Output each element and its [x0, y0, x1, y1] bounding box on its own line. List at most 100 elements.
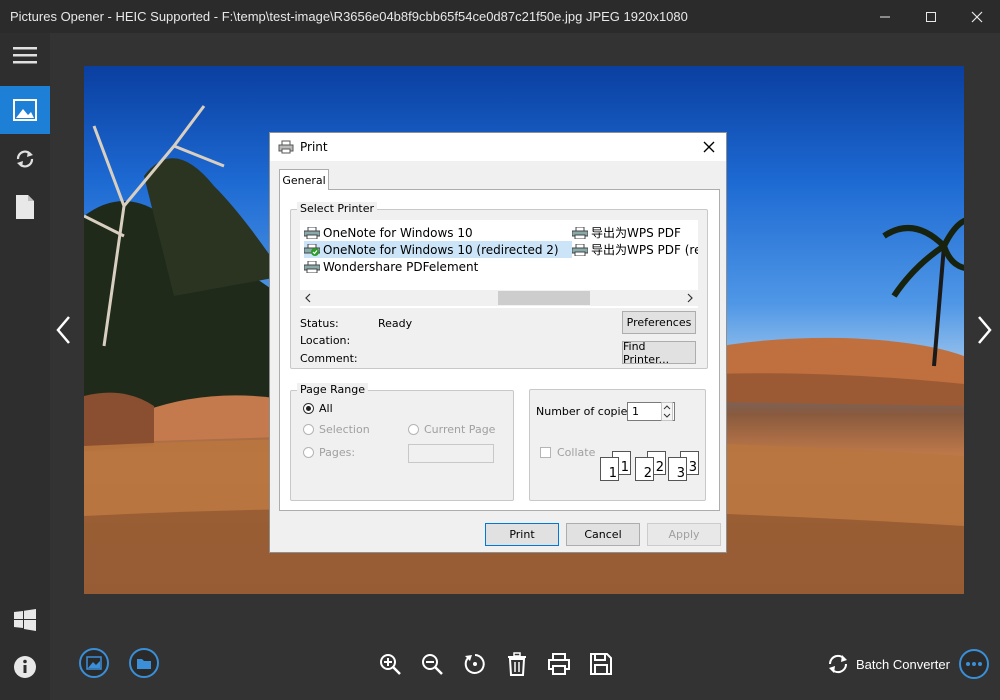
collate-page-number: 1: [620, 460, 629, 475]
scroll-left-icon: [305, 293, 311, 303]
folder-icon: [137, 659, 151, 669]
info-icon: [14, 656, 36, 678]
printer-list-scrollbar[interactable]: [300, 290, 698, 306]
collate-page: 1: [600, 457, 619, 481]
save-icon: [590, 653, 612, 675]
print-button[interactable]: [545, 650, 573, 678]
dialog-close-button[interactable]: [700, 138, 718, 156]
cancel-button-label: Cancel: [584, 528, 622, 541]
sidebar-item-windows[interactable]: [0, 596, 50, 644]
maximize-button[interactable]: [908, 0, 954, 33]
printer-name: OneNote for Windows 10: [323, 225, 473, 240]
document-icon: [16, 195, 34, 219]
collate-page-number: 1: [608, 466, 617, 481]
gallery-button[interactable]: [79, 648, 109, 678]
rotate-icon: [16, 150, 34, 168]
status-value: Ready: [378, 317, 413, 330]
range-all-radio[interactable]: [303, 403, 314, 414]
tab-general-label: General: [282, 173, 326, 187]
printer-name: 导出为WPS PDF (re: [591, 243, 698, 257]
zoom-in-icon: [380, 654, 401, 675]
print-button-label: Print: [509, 528, 535, 541]
printer-icon: [304, 260, 320, 273]
print-button[interactable]: Print: [485, 523, 559, 546]
collate-page: 2: [635, 457, 654, 481]
range-selection-radio[interactable]: [303, 424, 314, 435]
menu-button[interactable]: [0, 31, 50, 79]
collate-page: 3: [668, 457, 687, 481]
collate-checkbox[interactable]: [540, 447, 551, 458]
dialog-title: Print: [300, 140, 328, 154]
rotate-button[interactable]: [461, 650, 489, 678]
dialog-title-bar: Print: [270, 133, 726, 161]
zoom-out-button[interactable]: [418, 650, 446, 678]
collate-page-number: 2: [655, 460, 664, 475]
save-button[interactable]: [587, 650, 615, 678]
print-icon: [548, 653, 570, 675]
gallery-icon: [86, 656, 102, 670]
pages-input[interactable]: [408, 444, 494, 463]
delete-button[interactable]: [503, 650, 531, 678]
minimize-button[interactable]: [862, 0, 908, 33]
page-range-label: Page Range: [297, 383, 368, 396]
copies-spinner-icon[interactable]: [661, 402, 673, 421]
printer-item[interactable]: OneNote for Windows 10: [304, 224, 473, 241]
hamburger-icon: [13, 47, 37, 64]
collate-page-number: 2: [643, 466, 652, 481]
more-button[interactable]: [959, 649, 989, 679]
window-title: Pictures Opener - HEIC Supported - F:\te…: [10, 9, 688, 24]
printer-icon: [572, 243, 588, 256]
close-icon: [703, 141, 715, 153]
printer-item-selected[interactable]: OneNote for Windows 10 (redirected 2): [304, 241, 572, 258]
default-printer-icon: [304, 243, 320, 256]
close-icon: [971, 11, 983, 22]
previous-image-button[interactable]: [48, 310, 78, 350]
select-printer-label: Select Printer: [297, 202, 378, 215]
printer-item[interactable]: 导出为WPS PDF: [572, 224, 681, 241]
print-dialog: Print General Select Printer OneNote for…: [269, 132, 727, 553]
range-current-page-label: Current Page: [424, 423, 496, 436]
tab-general[interactable]: General: [279, 169, 329, 190]
convert-icon: [828, 654, 848, 674]
next-image-button[interactable]: [970, 310, 1000, 350]
title-bar: Pictures Opener - HEIC Supported - F:\te…: [0, 0, 1000, 33]
range-current-page-radio[interactable]: [408, 424, 419, 435]
range-all-label: All: [319, 402, 333, 415]
apply-button[interactable]: Apply: [647, 523, 721, 546]
printer-name: 导出为WPS PDF: [591, 226, 681, 240]
copies-label: Number of copies:: [536, 405, 637, 418]
close-button[interactable]: [954, 0, 1000, 33]
printer-item[interactable]: 导出为WPS PDF (re: [572, 241, 698, 258]
printer-item[interactable]: Wondershare PDFelement: [304, 258, 478, 275]
sidebar-item-document[interactable]: [0, 183, 50, 231]
batch-converter-label: Batch Converter: [856, 656, 950, 672]
find-printer-button[interactable]: Find Printer...: [622, 339, 696, 366]
apply-button-label: Apply: [668, 528, 700, 541]
printer-name: Wondershare PDFelement: [323, 259, 479, 274]
zoom-in-button[interactable]: [376, 650, 404, 678]
scrollbar-thumb[interactable]: [498, 291, 590, 305]
open-folder-button[interactable]: [129, 648, 159, 678]
cancel-button[interactable]: Cancel: [566, 523, 640, 546]
trash-icon: [508, 652, 526, 676]
comment-label: Comment:: [300, 352, 358, 365]
chevron-right-icon: [978, 316, 992, 344]
sidebar-item-convert[interactable]: [0, 135, 50, 183]
printer-icon: [278, 140, 294, 154]
status-label: Status:: [300, 317, 339, 330]
printer-icon: [304, 226, 320, 239]
preferences-button-label: Preferences: [626, 316, 692, 329]
range-pages-radio[interactable]: [303, 447, 314, 458]
sidebar-item-info[interactable]: [0, 643, 50, 691]
batch-converter-button[interactable]: Batch Converter: [826, 652, 950, 676]
maximize-icon: [926, 11, 936, 22]
scroll-right-icon: [687, 293, 693, 303]
rotate-icon: [464, 654, 485, 674]
zoom-out-icon: [422, 654, 443, 675]
collate-page-number: 3: [688, 460, 697, 475]
location-label: Location:: [300, 334, 351, 347]
sidebar-item-image[interactable]: [0, 86, 50, 134]
find-printer-button-label: Find Printer...: [623, 339, 670, 366]
minimize-icon: [880, 16, 890, 17]
preferences-button[interactable]: Preferences: [622, 311, 696, 334]
